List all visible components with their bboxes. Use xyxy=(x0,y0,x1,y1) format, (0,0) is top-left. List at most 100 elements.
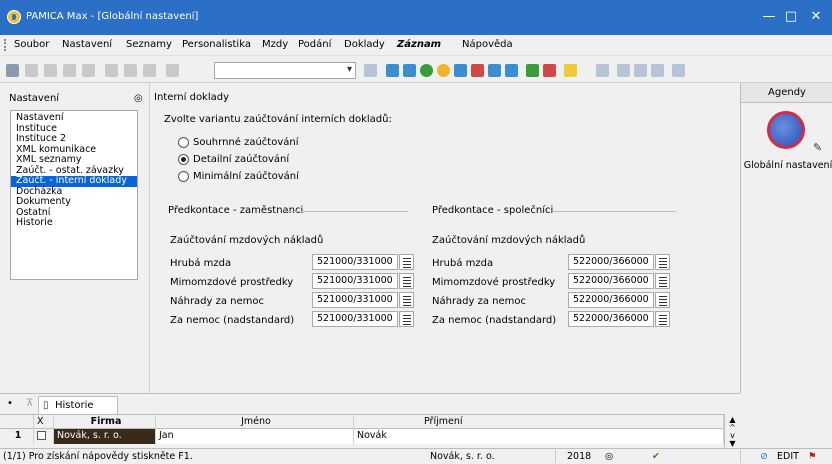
toolbar-open-icon[interactable] xyxy=(25,64,38,77)
employees-subtitle: Zaúčtování mzdových nákladů xyxy=(170,235,324,246)
toolbar-report-icon[interactable] xyxy=(454,64,467,77)
section-title: Interní doklady xyxy=(154,92,230,103)
radio-souhrnne-label[interactable]: Souhrnné zaúčtování xyxy=(193,137,299,148)
menu-mzdy[interactable]: Mzdy xyxy=(262,39,288,50)
settings-item-dokumenty[interactable]: Dokumenty xyxy=(11,196,137,208)
toolbar-report4-icon[interactable] xyxy=(505,64,518,77)
menu-seznamy[interactable]: Seznamy xyxy=(126,39,172,50)
settings-list[interactable]: Nastavení Instituce Instituce 2 XML komu… xyxy=(10,110,138,280)
toolbar-table-icon[interactable] xyxy=(596,64,609,77)
emp-picker-hruba[interactable] xyxy=(399,254,414,270)
emp-picker-nadstandard[interactable] xyxy=(399,311,414,327)
radio-minimalni[interactable] xyxy=(178,171,189,182)
table-row[interactable]: 1 Novák, s. r. o. Jan Novák xyxy=(0,429,740,444)
status-year: 2018 xyxy=(567,451,592,462)
status-ok-icon: ⊘ xyxy=(760,451,768,462)
par-picker-hruba[interactable] xyxy=(655,254,670,270)
emp-input-mimomzdove[interactable]: 521000/331000 xyxy=(312,273,398,289)
posting-question: Zvolte variantu zaúčtování interních dok… xyxy=(164,114,392,125)
emp-input-nahrady[interactable]: 521000/331000 xyxy=(312,292,398,308)
status-target-icon: ◎ xyxy=(605,451,614,462)
emp-label-nadstandard: Za nemoc (nadstandard) xyxy=(170,315,295,326)
par-picker-nahrady[interactable] xyxy=(655,292,670,308)
filter-tab-icon[interactable]: ⊼ xyxy=(26,398,33,409)
toolbar-report3-icon[interactable] xyxy=(488,64,501,77)
menu-zaznam[interactable]: Záznam xyxy=(397,39,441,50)
par-picker-nadstandard[interactable] xyxy=(655,311,670,327)
emp-label-mimomzdove: Mimomzdové prostředky xyxy=(170,277,294,288)
global-settings-label[interactable]: Globální nastavení xyxy=(743,160,832,171)
toolbar-coin-icon[interactable] xyxy=(437,64,450,77)
toolbar-save-icon[interactable] xyxy=(124,64,137,77)
settings-item-zauct-interni[interactable]: Zaúčt. - interní doklady xyxy=(11,175,137,187)
cell-prijmeni[interactable]: Novák xyxy=(354,429,724,444)
status-help-text: (1/1) Pro získání nápovědy stiskněte F1. xyxy=(3,451,193,462)
col-jmeno[interactable]: Jméno xyxy=(156,415,354,430)
toolbar-folder-icon[interactable] xyxy=(564,64,577,77)
toolbar-saveall-icon[interactable] xyxy=(143,64,156,77)
settings-item-historie[interactable]: Historie xyxy=(11,217,137,229)
settings-item-xml-seznamy[interactable]: XML seznamy xyxy=(11,154,137,166)
par-input-nahrady[interactable]: 522000/366000 xyxy=(568,292,654,308)
settings-item-instituce-2[interactable]: Instituce 2 xyxy=(11,133,137,145)
cell-firma[interactable]: Novák, s. r. o. xyxy=(54,429,156,444)
menu-doklady[interactable]: Doklady xyxy=(344,39,385,50)
settings-item-nastaveni[interactable]: Nastavení xyxy=(11,112,137,124)
radio-detailni-label[interactable]: Detailní zaúčtování xyxy=(193,154,289,165)
close-button[interactable]: ✕ xyxy=(795,0,832,35)
col-x[interactable]: X xyxy=(34,415,54,430)
emp-picker-nahrady[interactable] xyxy=(399,292,414,308)
radio-detailni[interactable] xyxy=(178,154,189,165)
radio-souhrnne[interactable] xyxy=(178,137,189,148)
global-settings-icon[interactable] xyxy=(767,111,805,149)
toolbar-combo[interactable] xyxy=(214,62,356,79)
toolbar-export-icon[interactable] xyxy=(82,64,95,77)
emp-input-nadstandard[interactable]: 521000/331000 xyxy=(312,311,398,327)
toolbar-report2-icon[interactable] xyxy=(471,64,484,77)
toolbar-window2-icon[interactable] xyxy=(634,64,647,77)
toolbar-grid-icon[interactable] xyxy=(403,64,416,77)
par-input-hruba[interactable]: 522000/366000 xyxy=(568,254,654,270)
grid-scrollbar[interactable]: ▲ ^ v ▼ xyxy=(724,414,740,448)
status-company: Novák, s. r. o. xyxy=(430,451,495,462)
menu-podani[interactable]: Podání xyxy=(298,39,331,50)
emp-picker-mimomzdove[interactable] xyxy=(399,273,414,289)
toolbar-filter-text-icon[interactable] xyxy=(364,64,377,77)
par-picker-mimomzdove[interactable] xyxy=(655,273,670,289)
status-separator xyxy=(555,450,556,463)
toolbar-wizard-icon[interactable] xyxy=(6,64,19,77)
toolbar-print-icon[interactable] xyxy=(44,64,57,77)
col-firma[interactable]: Firma xyxy=(54,415,156,430)
toolbar-copy-icon[interactable] xyxy=(166,64,179,77)
tab-historie[interactable]: ▯ Historie xyxy=(38,396,118,414)
toolbar-filter-icon[interactable] xyxy=(526,64,539,77)
pin-icon[interactable]: ◎ xyxy=(134,93,143,104)
toolbar-preview-icon[interactable] xyxy=(63,64,76,77)
agendy-header: Agendy xyxy=(741,83,832,103)
toolbar-filter-off-icon[interactable] xyxy=(543,64,556,77)
row-checkbox[interactable] xyxy=(34,429,54,444)
dot-icon[interactable]: • xyxy=(7,398,13,409)
pen-icon: ✎ xyxy=(813,141,823,154)
partners-title: Předkontace - společníci xyxy=(432,205,554,216)
menu-soubor[interactable]: Soubor xyxy=(14,39,49,50)
emp-input-hruba[interactable]: 521000/331000 xyxy=(312,254,398,270)
toolbar-chart-icon[interactable] xyxy=(386,64,399,77)
par-input-nadstandard[interactable]: 522000/366000 xyxy=(568,311,654,327)
toolbar-help-icon[interactable] xyxy=(672,64,685,77)
radio-minimalni-label[interactable]: Minimální zaúčtování xyxy=(193,171,299,182)
grid-header: X Firma Jméno Příjmení xyxy=(0,414,740,430)
par-label-mimomzdove: Mimomzdové prostředky xyxy=(432,277,556,288)
status-separator-2 xyxy=(740,450,741,463)
toolbar-window3-icon[interactable] xyxy=(651,64,664,77)
menu-nastaveni[interactable]: Nastavení xyxy=(62,39,112,50)
par-input-mimomzdove[interactable]: 522000/366000 xyxy=(568,273,654,289)
col-prijmeni[interactable]: Příjmení xyxy=(354,415,724,430)
toolbar-new-icon[interactable] xyxy=(105,64,118,77)
toolbar-window-icon[interactable] xyxy=(617,64,630,77)
menu-personalistika[interactable]: Personalistika xyxy=(182,39,251,50)
cell-jmeno[interactable]: Jan xyxy=(156,429,354,444)
status-edit: EDIT xyxy=(777,451,799,462)
toolbar-person-icon[interactable] xyxy=(420,64,433,77)
menu-napoveda[interactable]: Nápověda xyxy=(462,39,513,50)
